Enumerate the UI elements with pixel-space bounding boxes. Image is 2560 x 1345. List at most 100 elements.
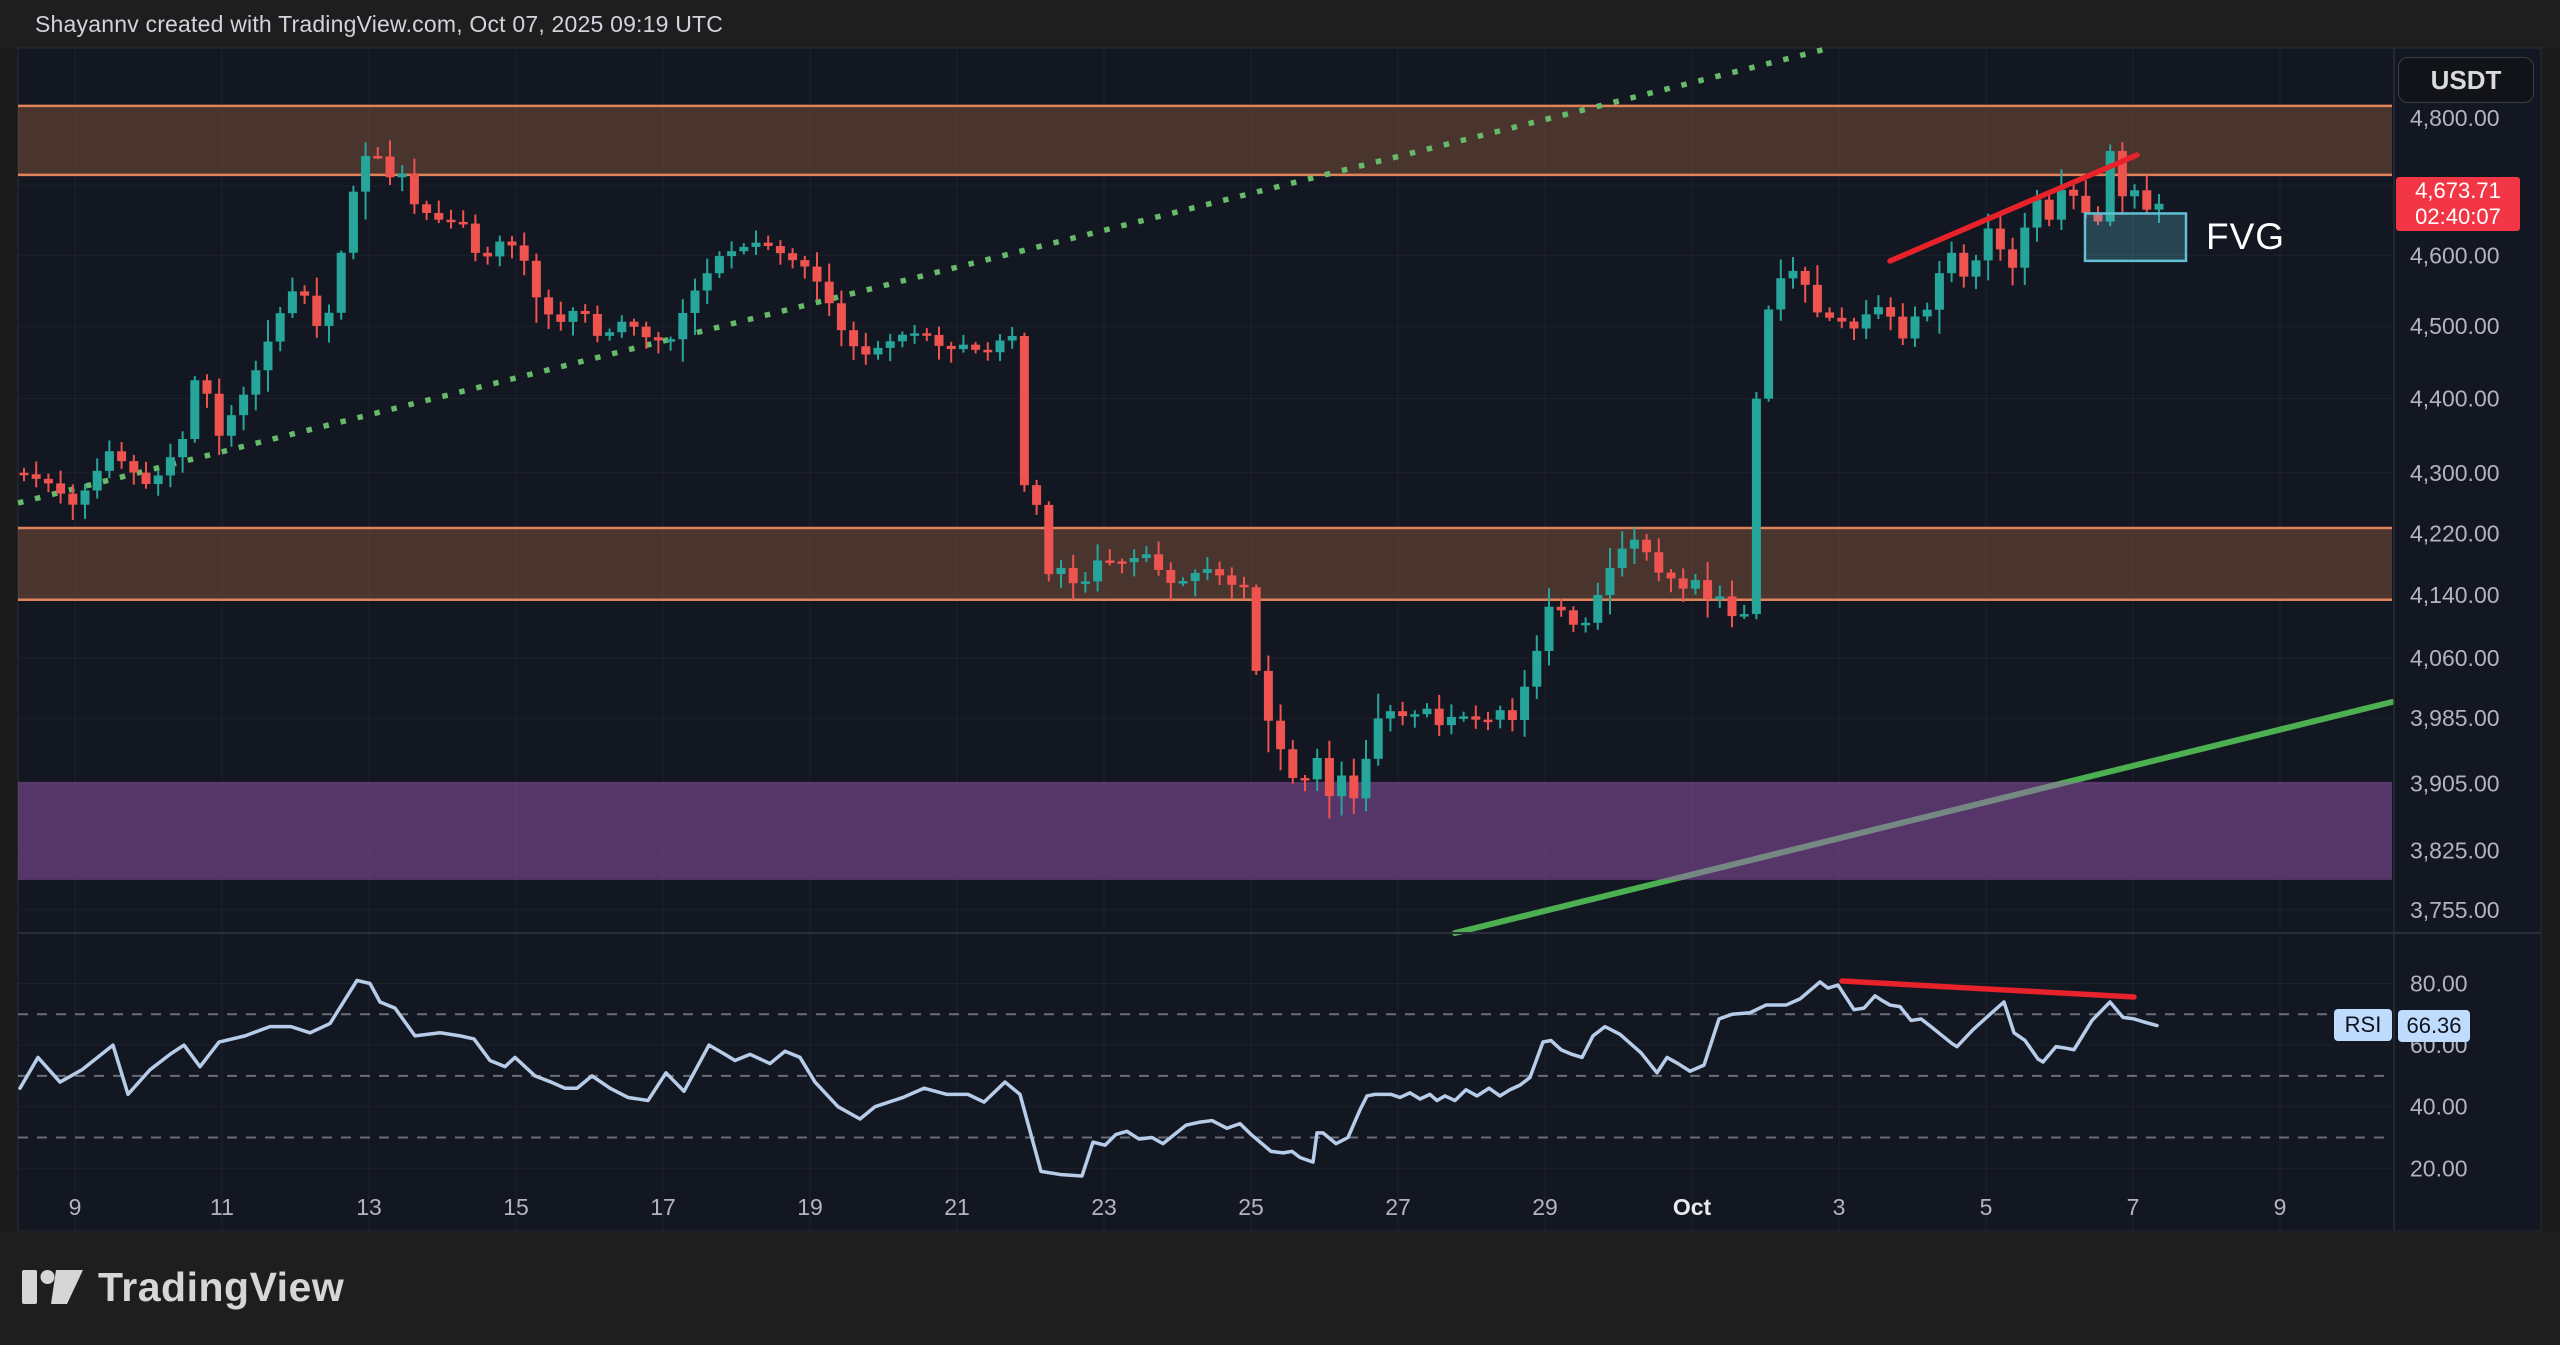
- candle: [678, 313, 687, 339]
- axis-label[interactable]: 20.00: [2410, 1155, 2468, 1181]
- candle: [1252, 587, 1261, 671]
- candle: [1923, 310, 1932, 317]
- candle: [349, 192, 358, 253]
- candle: [1459, 716, 1468, 719]
- candle: [1008, 336, 1017, 341]
- candle: [1789, 271, 1798, 278]
- candle: [2069, 190, 2078, 196]
- candle: [874, 348, 883, 355]
- axis-label[interactable]: 9: [2274, 1194, 2287, 1220]
- candle: [20, 473, 29, 476]
- axis-label[interactable]: 19: [797, 1194, 823, 1220]
- candle: [2155, 204, 2164, 210]
- candle: [1618, 549, 1627, 568]
- candle: [764, 243, 773, 246]
- axis-label[interactable]: 17: [650, 1194, 676, 1220]
- candle: [1313, 758, 1322, 779]
- candle: [1862, 314, 1871, 328]
- candle: [1691, 580, 1700, 589]
- candle: [1679, 578, 1688, 588]
- candle: [203, 380, 212, 393]
- axis-label[interactable]: 21: [944, 1194, 970, 1220]
- axis-label[interactable]: 13: [356, 1194, 382, 1220]
- candle: [1996, 229, 2005, 250]
- candle: [1911, 316, 1920, 338]
- candle: [1166, 570, 1175, 583]
- candle: [1471, 716, 1480, 719]
- candle: [508, 242, 517, 246]
- candle: [1813, 285, 1822, 313]
- candle: [1508, 710, 1517, 720]
- candle: [752, 243, 761, 247]
- candle: [1215, 569, 1224, 575]
- axis-label[interactable]: 4,500.00: [2410, 313, 2500, 339]
- candle: [1240, 585, 1249, 588]
- candle: [1301, 778, 1310, 781]
- axis-label[interactable]: 23: [1091, 1194, 1117, 1220]
- axis-label[interactable]: 4,300.00: [2410, 460, 2500, 486]
- fvg-box[interactable]: [2085, 213, 2186, 260]
- axis-label[interactable]: 7: [2127, 1194, 2140, 1220]
- candle: [1288, 749, 1297, 778]
- quote-currency-button[interactable]: USDT: [2398, 57, 2534, 103]
- candle: [2081, 196, 2090, 213]
- candle: [1276, 721, 1285, 750]
- candle: [1325, 758, 1334, 796]
- axis-label[interactable]: 4,060.00: [2410, 645, 2500, 671]
- candle: [129, 461, 138, 472]
- candle: [617, 322, 626, 332]
- candle: [800, 260, 809, 266]
- candle: [2020, 228, 2029, 268]
- candle: [837, 303, 846, 330]
- candle: [325, 313, 334, 326]
- candle: [1520, 687, 1529, 720]
- axis-label[interactable]: 4,800.00: [2410, 105, 2500, 131]
- candle: [1606, 568, 1615, 595]
- candle: [727, 251, 736, 256]
- axis-label[interactable]: Oct: [1673, 1194, 1712, 1220]
- axis-label[interactable]: 3,755.00: [2410, 897, 2500, 923]
- candle: [1093, 560, 1102, 581]
- candle: [983, 350, 992, 353]
- candle: [813, 267, 822, 282]
- candle: [1264, 671, 1273, 721]
- rsi-indicator-label[interactable]: RSI: [2334, 1009, 2392, 1041]
- candle: [910, 333, 919, 336]
- candle: [1752, 399, 1761, 614]
- axis-label[interactable]: 15: [503, 1194, 529, 1220]
- candle: [1069, 568, 1078, 583]
- axis-label[interactable]: 4,600.00: [2410, 242, 2500, 268]
- candle: [1130, 558, 1139, 562]
- candle: [1703, 580, 1712, 599]
- axis-label[interactable]: 3: [1833, 1194, 1846, 1220]
- axis-label[interactable]: 3,985.00: [2410, 705, 2500, 731]
- candle: [495, 242, 504, 257]
- candle: [386, 157, 395, 178]
- axis-label[interactable]: 27: [1385, 1194, 1411, 1220]
- axis-label[interactable]: 4,220.00: [2410, 520, 2500, 546]
- axis-label[interactable]: 5: [1980, 1194, 1993, 1220]
- tradingview-logo[interactable]: TradingView: [22, 1264, 344, 1311]
- axis-label[interactable]: 29: [1532, 1194, 1558, 1220]
- axis-label[interactable]: 4,140.00: [2410, 582, 2500, 608]
- axis-label[interactable]: 4,400.00: [2410, 386, 2500, 412]
- price-chart[interactable]: 4,800.004,700.004,600.004,500.004,400.00…: [0, 0, 2560, 1345]
- candle: [776, 246, 785, 253]
- axis-label[interactable]: 40.00: [2410, 1094, 2468, 1120]
- candle: [239, 395, 248, 415]
- axis-label[interactable]: 3,825.00: [2410, 837, 2500, 863]
- candle: [1398, 711, 1407, 716]
- axis-label[interactable]: 11: [210, 1194, 234, 1220]
- tradingview-chart-page: Shayannv created with TradingView.com, O…: [0, 0, 2560, 1345]
- candle: [398, 174, 407, 178]
- candle: [1435, 709, 1444, 725]
- candle: [1142, 554, 1151, 558]
- axis-label[interactable]: 3,905.00: [2410, 771, 2500, 797]
- candle: [459, 222, 468, 225]
- candle: [56, 483, 65, 493]
- axis-label[interactable]: 80.00: [2410, 971, 2468, 997]
- axis-label[interactable]: 9: [69, 1194, 82, 1220]
- axis-label[interactable]: 25: [1238, 1194, 1264, 1220]
- candle: [1484, 720, 1493, 723]
- candle: [642, 327, 651, 338]
